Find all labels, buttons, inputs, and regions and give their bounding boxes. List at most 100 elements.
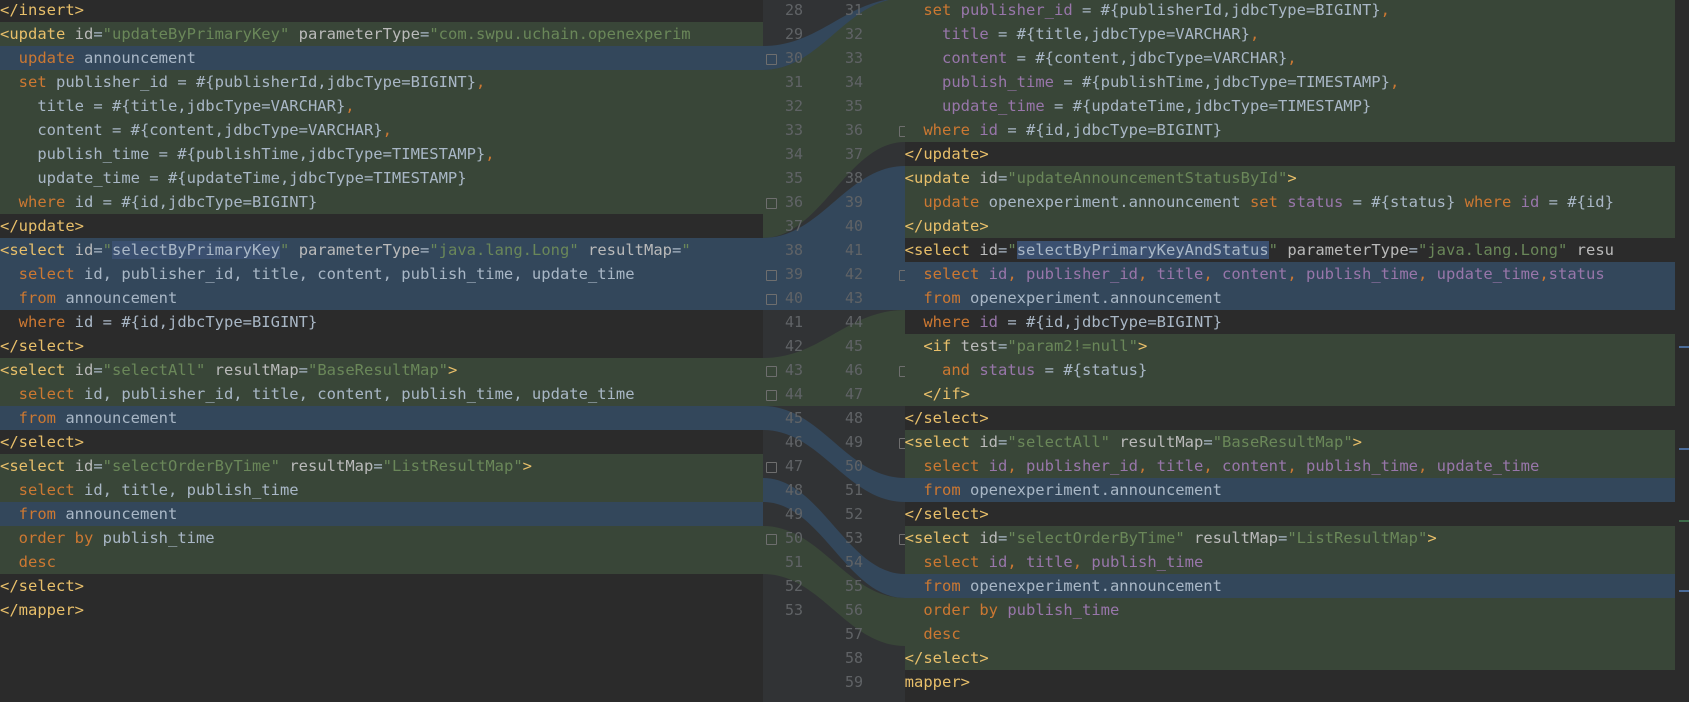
code-line[interactable]: where id = #{id,jdbcType=BIGINT} (0, 310, 763, 334)
code-line[interactable]: <select id="selectOrderByTime" resultMap… (0, 454, 763, 478)
code-text: <select id="selectOrderByTime" resultMap… (905, 526, 1437, 550)
code-line[interactable]: content = #{content,jdbcType=VARCHAR}, (0, 118, 763, 142)
code-line[interactable]: update announcement (0, 46, 763, 70)
code-line[interactable]: set publisher_id = #{publisherId,jdbcTyp… (0, 70, 763, 94)
code-text: from announcement (0, 502, 178, 526)
code-line[interactable]: <select id="selectOrderByTime" resultMap… (905, 526, 1689, 550)
code-token: id, publisher_id, title, content, publis… (74, 385, 635, 403)
code-line[interactable]: from openexperiment.announcement (905, 286, 1689, 310)
code-line[interactable]: <select id="selectAll" resultMap="BaseRe… (0, 358, 763, 382)
code-token: title (1156, 265, 1204, 283)
code-line[interactable]: select id, publisher_id, title, content,… (905, 454, 1689, 478)
code-token: </select> (0, 577, 84, 595)
code-line[interactable]: content = #{content,jdbcType=VARCHAR}, (905, 46, 1689, 70)
code-line[interactable]: </update> (905, 214, 1689, 238)
code-line[interactable]: update openexperiment.announcement set s… (905, 190, 1689, 214)
code-line[interactable]: desc (0, 550, 763, 574)
code-token: desc (18, 553, 56, 571)
code-line[interactable]: from announcement (0, 502, 763, 526)
code-line[interactable]: </select> (0, 574, 763, 598)
code-line[interactable]: title = #{title,jdbcType=VARCHAR}, (0, 94, 763, 118)
code-line[interactable]: desc (905, 622, 1689, 646)
code-line[interactable]: update_time = #{updateTime,jdbcType=TIME… (905, 94, 1689, 118)
fold-marker-icon[interactable] (766, 198, 777, 209)
code-token: from (923, 577, 961, 595)
code-token: "selectOrderByTime" (102, 457, 280, 475)
code-line[interactable]: where id = #{id,jdbcType=BIGINT} (0, 190, 763, 214)
fold-marker-icon[interactable] (766, 366, 777, 377)
code-line[interactable]: from openexperiment.announcement (905, 574, 1689, 598)
code-line[interactable]: where id = #{id,jdbcType=BIGINT} (905, 118, 1689, 142)
fold-marker-icon[interactable] (766, 534, 777, 545)
fold-marker-icon[interactable] (766, 462, 777, 473)
code-line[interactable]: from announcement (0, 286, 763, 310)
code-token: = #{status} (1035, 361, 1148, 379)
code-token: <select (0, 457, 75, 475)
code-line[interactable]: set publisher_id = #{publisherId,jdbcTyp… (905, 0, 1689, 22)
code-line[interactable]: <update id="updateByPrimaryKey" paramete… (0, 22, 763, 46)
code-line[interactable]: and status = #{status} (905, 358, 1689, 382)
code-line[interactable]: select id, publisher_id, title, content,… (0, 382, 763, 406)
code-text: </select> (905, 406, 989, 430)
code-line[interactable]: select id, title, publish_time (905, 550, 1689, 574)
code-line[interactable]: <select id="selectByPrimaryKey" paramete… (0, 238, 763, 262)
code-line[interactable]: select id, title, publish_time (0, 478, 763, 502)
code-line[interactable]: </select> (0, 334, 763, 358)
code-line[interactable]: order by publish_time (905, 598, 1689, 622)
code-text: update_time = #{updateTime,jdbcType=TIME… (905, 94, 1371, 118)
code-line[interactable]: <if test="param2!=null"> (905, 334, 1689, 358)
code-token: = (998, 529, 1008, 547)
code-line[interactable]: select id, publisher_id, title, content,… (905, 262, 1689, 286)
code-line[interactable]: </insert> (0, 0, 763, 22)
code-line[interactable]: </mapper> (0, 598, 763, 622)
code-text: from openexperiment.announcement (905, 286, 1222, 310)
code-token: "selectAll" (1007, 433, 1110, 451)
code-token: id (74, 25, 94, 43)
right-line-number: 51 (844, 481, 863, 499)
code-text: select id, title, publish_time (905, 550, 1203, 574)
code-token: from (18, 289, 56, 307)
code-line[interactable]: where id = #{id,jdbcType=BIGINT} (905, 310, 1689, 334)
right-diff-pane[interactable]: </mapper> </select> desc order by publis… (905, 0, 1689, 702)
code-line[interactable]: order by publish_time (0, 526, 763, 550)
code-line[interactable]: </update> (0, 214, 763, 238)
code-line[interactable]: update_time = #{updateTime,jdbcType=TIME… (0, 166, 763, 190)
code-line[interactable]: </select> (905, 646, 1689, 670)
fold-marker-icon[interactable] (766, 54, 777, 65)
right-scrollbar[interactable] (1675, 0, 1689, 702)
code-line[interactable]: </update> (905, 142, 1689, 166)
code-line[interactable]: from openexperiment.announcement (905, 478, 1689, 502)
code-text: </if> (905, 382, 970, 406)
code-token: where (18, 193, 66, 211)
code-token: publish_time (942, 73, 1054, 91)
code-token: "selectAll" (102, 361, 206, 379)
right-line-number: 57 (844, 625, 863, 643)
code-token: openexperiment.announcement (960, 289, 1222, 307)
code-line[interactable]: </select> (905, 406, 1689, 430)
fold-marker-icon[interactable] (766, 270, 777, 281)
code-line[interactable]: <select id="selectByPrimaryKeyAndStatus"… (905, 238, 1689, 262)
code-line[interactable]: <update id="updateAnnouncementStatusById… (905, 166, 1689, 190)
code-token: parameterType (298, 241, 421, 259)
code-line[interactable]: </mapper> (905, 670, 1689, 694)
code-token: from (18, 409, 56, 427)
code-line[interactable]: </select> (905, 502, 1689, 526)
code-line[interactable]: </if> (905, 382, 1689, 406)
code-token: = (998, 241, 1008, 259)
code-line[interactable]: from announcement (0, 406, 763, 430)
code-token: selectByPrimaryKey (112, 241, 280, 259)
code-line[interactable]: select id, publisher_id, title, content,… (0, 262, 763, 286)
fold-marker-icon[interactable] (766, 390, 777, 401)
code-token: set (18, 73, 47, 91)
code-line[interactable]: publish_time = #{publishTime,jdbcType=TI… (0, 142, 763, 166)
fold-marker-icon[interactable] (766, 294, 777, 305)
code-line[interactable]: publish_time = #{publishTime,jdbcType=TI… (905, 70, 1689, 94)
code-token: " (280, 241, 290, 259)
left-diff-pane[interactable]: </mapper> </select> desc order by publish… (0, 0, 763, 702)
code-line[interactable]: </select> (0, 430, 763, 454)
code-line[interactable]: <select id="selectAll" resultMap="BaseRe… (905, 430, 1689, 454)
code-line[interactable]: title = #{title,jdbcType=VARCHAR}, (905, 22, 1689, 46)
